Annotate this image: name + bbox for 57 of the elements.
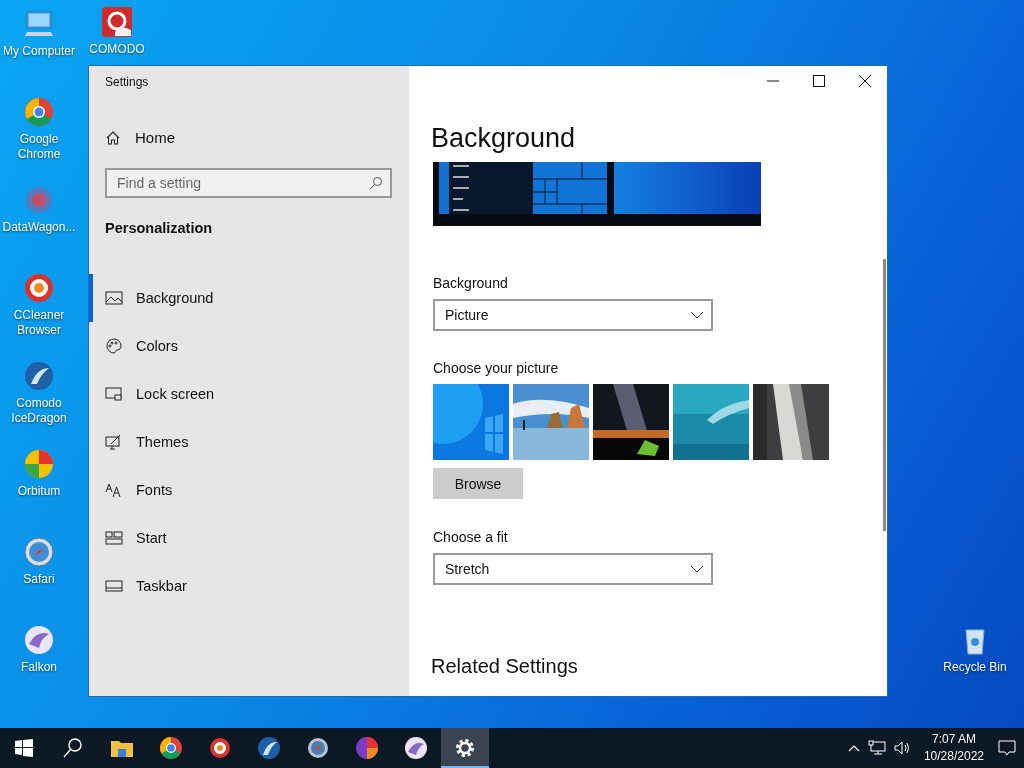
- sidebar-item[interactable]: Background: [89, 274, 409, 322]
- chrome-icon[interactable]: [23, 96, 55, 128]
- home-icon: [105, 129, 121, 146]
- image-icon: [105, 290, 123, 306]
- icon-label: Orbitum: [17, 484, 61, 499]
- chrome-icon: [159, 736, 183, 760]
- themes-icon: [105, 434, 123, 450]
- chevron-up-icon[interactable]: [847, 744, 860, 752]
- field-label: Choose a fit: [433, 529, 508, 545]
- browse-button[interactable]: Browse: [433, 468, 523, 499]
- fonts-icon: [105, 482, 123, 498]
- sidebar-item[interactable]: Lock screen: [89, 370, 409, 418]
- icon-label: My Computer: [3, 44, 75, 59]
- palette-icon: [105, 338, 123, 354]
- search-icon: [61, 736, 85, 760]
- section-heading: Personalization: [105, 220, 214, 236]
- fit-dropdown[interactable]: Stretch: [433, 553, 713, 585]
- section-heading: Related Settings: [431, 655, 578, 678]
- taskbar-icon: [105, 578, 123, 594]
- icon-label: CCleaner Browser: [12, 308, 66, 338]
- windows-icon: [12, 736, 36, 760]
- compass-icon: [306, 736, 330, 760]
- search-icon: [369, 176, 383, 190]
- background-dropdown[interactable]: Picture: [433, 299, 713, 331]
- window-title: Settings: [105, 75, 150, 89]
- icon-label: Comodo IceDragon: [10, 396, 68, 426]
- sidebar-item[interactable]: Themes: [89, 418, 409, 466]
- sidebar-item[interactable]: Start: [89, 514, 409, 562]
- icon-label: Falkon: [21, 660, 57, 675]
- taskbar-button[interactable]: [441, 728, 489, 768]
- compass-icon[interactable]: [23, 536, 55, 568]
- icon-label: Safari: [23, 572, 55, 587]
- field-label: Choose your picture: [433, 360, 559, 376]
- speaker-icon[interactable]: [893, 740, 912, 756]
- sidebar-item[interactable]: Colors: [89, 322, 409, 370]
- field-label: Background: [433, 275, 508, 291]
- clock-date[interactable]: 10/28/2022: [923, 748, 984, 765]
- settings-icon: [453, 736, 477, 760]
- chevron-down-icon: [691, 311, 703, 319]
- icon-label: COMODO: [89, 42, 145, 57]
- notifications-icon[interactable]: [998, 739, 1016, 757]
- sidebar-item[interactable]: Fonts: [89, 466, 409, 514]
- search-field[interactable]: Find a setting: [105, 168, 392, 198]
- home-link[interactable]: Home: [105, 129, 175, 146]
- icon-label: DataWagon...: [2, 220, 76, 235]
- page-heading: Background: [431, 122, 576, 154]
- sidebar-item[interactable]: Taskbar: [89, 562, 409, 610]
- icon-label: Google Chrome: [16, 132, 62, 162]
- maximize-icon[interactable]: [813, 75, 825, 87]
- lock-screen-icon: [105, 386, 123, 402]
- chevron-down-icon: [691, 565, 703, 573]
- start-tiles-icon: [105, 530, 123, 546]
- network-icon[interactable]: [867, 740, 886, 756]
- scrollbar[interactable]: [883, 259, 886, 531]
- clock-time[interactable]: 7:07 AM: [931, 731, 976, 748]
- close-icon[interactable]: [859, 75, 871, 87]
- icon-label: Recycle Bin: [943, 660, 1007, 675]
